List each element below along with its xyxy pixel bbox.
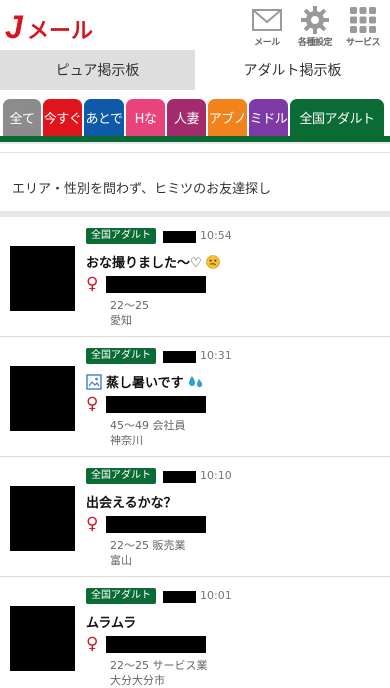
category-tab-now[interactable]: 今すぐ bbox=[43, 99, 82, 136]
redacted-user-id bbox=[106, 636, 206, 653]
post-title: 出会えるかな？ bbox=[86, 496, 177, 511]
category-tab-nationwide-adult[interactable]: 全国アダルト bbox=[290, 99, 384, 136]
post-title: ムラムラ bbox=[86, 616, 137, 631]
category-tab-all[interactable]: 全て bbox=[3, 99, 41, 136]
mail-icon bbox=[248, 6, 286, 34]
post-title-row: 蒸し暑いです bbox=[86, 372, 204, 391]
post-item[interactable]: 全国アダルト 10:10 出会えるかな？ ♀ 22〜25 販売業 富山 bbox=[0, 457, 390, 577]
redacted-name bbox=[163, 351, 196, 363]
sweat-droplets-icon bbox=[188, 375, 202, 387]
redacted-user-id bbox=[106, 276, 206, 293]
avatar[interactable] bbox=[10, 486, 75, 551]
post-title: 蒸し暑いです bbox=[106, 376, 184, 391]
redacted-name bbox=[163, 231, 196, 243]
board-description-wrap: エリア・性別を問わず、ヒミツのお友達探し bbox=[0, 152, 390, 217]
female-icon: ♀ bbox=[86, 514, 99, 534]
post-meta: 22〜25 愛知 bbox=[110, 298, 149, 328]
category-badge: 全国アダルト bbox=[86, 348, 156, 364]
category-badge: 全国アダルト bbox=[86, 588, 156, 604]
services-label: サービス bbox=[345, 38, 381, 48]
area: 富山 bbox=[110, 554, 132, 567]
age-occupation: 22〜25 販売業 bbox=[110, 539, 186, 552]
avatar[interactable] bbox=[10, 246, 75, 311]
category-tabs: 全て 今すぐ あとで Hな 人妻 アブノ ミドル 全国アダルト bbox=[0, 90, 390, 136]
grid-icon bbox=[344, 6, 382, 34]
post-time: 10:10 bbox=[200, 469, 232, 482]
post-title-row: ムラムラ bbox=[86, 612, 136, 631]
post-list: 全国アダルト 10:54 おな撮りました〜♡ ♀ 22〜25 愛知 全国アダルト… bbox=[0, 217, 390, 688]
category-tab-later[interactable]: あとで bbox=[84, 99, 124, 136]
tab-adult-board[interactable]: アダルト掲示板 bbox=[195, 50, 390, 90]
area: 愛知 bbox=[110, 314, 132, 327]
jmail-logo[interactable]: J メール bbox=[5, 8, 97, 44]
female-icon: ♀ bbox=[86, 634, 99, 654]
board-tabs: ピュア掲示板 アダルト掲示板 bbox=[0, 50, 390, 90]
age-occupation: 22〜25 bbox=[110, 299, 149, 312]
area: 神奈川 bbox=[110, 434, 143, 447]
post-item[interactable]: 全国アダルト 10:01 ムラムラ ♀ 22〜25 サービス業 大分大分市 bbox=[0, 577, 390, 688]
category-badge: 全国アダルト bbox=[86, 468, 156, 484]
mail-button[interactable]: メール bbox=[248, 6, 286, 48]
post-title-row: 出会えるかな？ bbox=[86, 492, 177, 511]
settings-label: 各種設定 bbox=[297, 38, 333, 48]
post-time: 10:54 bbox=[200, 229, 232, 242]
svg-text:J: J bbox=[5, 9, 24, 44]
redacted-name bbox=[163, 471, 196, 483]
redacted-user-id bbox=[106, 396, 206, 413]
mail-label: メール bbox=[254, 38, 280, 48]
settings-button[interactable]: 各種設定 bbox=[296, 6, 334, 48]
post-meta: 22〜25 サービス業 大分大分市 bbox=[110, 658, 208, 688]
avatar[interactable] bbox=[10, 606, 75, 671]
post-meta: 22〜25 販売業 富山 bbox=[110, 538, 186, 568]
female-icon: ♀ bbox=[86, 274, 99, 294]
tab-pure-board[interactable]: ピュア掲示板 bbox=[0, 50, 195, 90]
app-header: J メール メール 各種設定 サービス bbox=[0, 0, 390, 50]
image-attached-icon bbox=[86, 373, 102, 390]
category-tab-middle[interactable]: ミドル bbox=[249, 99, 288, 136]
board-description: エリア・性別を問わず、ヒミツのお友達探し bbox=[0, 163, 390, 217]
post-item[interactable]: 全国アダルト 10:31 蒸し暑いです ♀ 45〜49 会社員 神奈川 bbox=[0, 337, 390, 457]
svg-text:メール: メール bbox=[27, 19, 93, 44]
female-icon: ♀ bbox=[86, 394, 99, 414]
redacted-user-id bbox=[106, 516, 206, 533]
age-occupation: 45〜49 会社員 bbox=[110, 419, 186, 432]
category-badge: 全国アダルト bbox=[86, 228, 156, 244]
smirk-face-icon bbox=[205, 254, 220, 269]
services-button[interactable]: サービス bbox=[344, 6, 382, 48]
avatar[interactable] bbox=[10, 366, 75, 431]
area: 大分大分市 bbox=[110, 674, 165, 687]
post-meta: 45〜49 会社員 神奈川 bbox=[110, 418, 186, 448]
post-item[interactable]: 全国アダルト 10:54 おな撮りました〜♡ ♀ 22〜25 愛知 bbox=[0, 217, 390, 337]
category-tab-abnormal[interactable]: アブノ bbox=[208, 99, 247, 136]
category-tab-married[interactable]: 人妻 bbox=[167, 99, 206, 136]
gear-icon bbox=[296, 6, 334, 34]
category-tab-h[interactable]: Hな bbox=[126, 99, 165, 136]
post-title: おな撮りました〜♡ bbox=[86, 256, 202, 271]
post-title-row: おな撮りました〜♡ bbox=[86, 252, 220, 271]
age-occupation: 22〜25 サービス業 bbox=[110, 659, 208, 672]
redacted-name bbox=[163, 591, 196, 603]
post-time: 10:01 bbox=[200, 589, 232, 602]
post-time: 10:31 bbox=[200, 349, 232, 362]
